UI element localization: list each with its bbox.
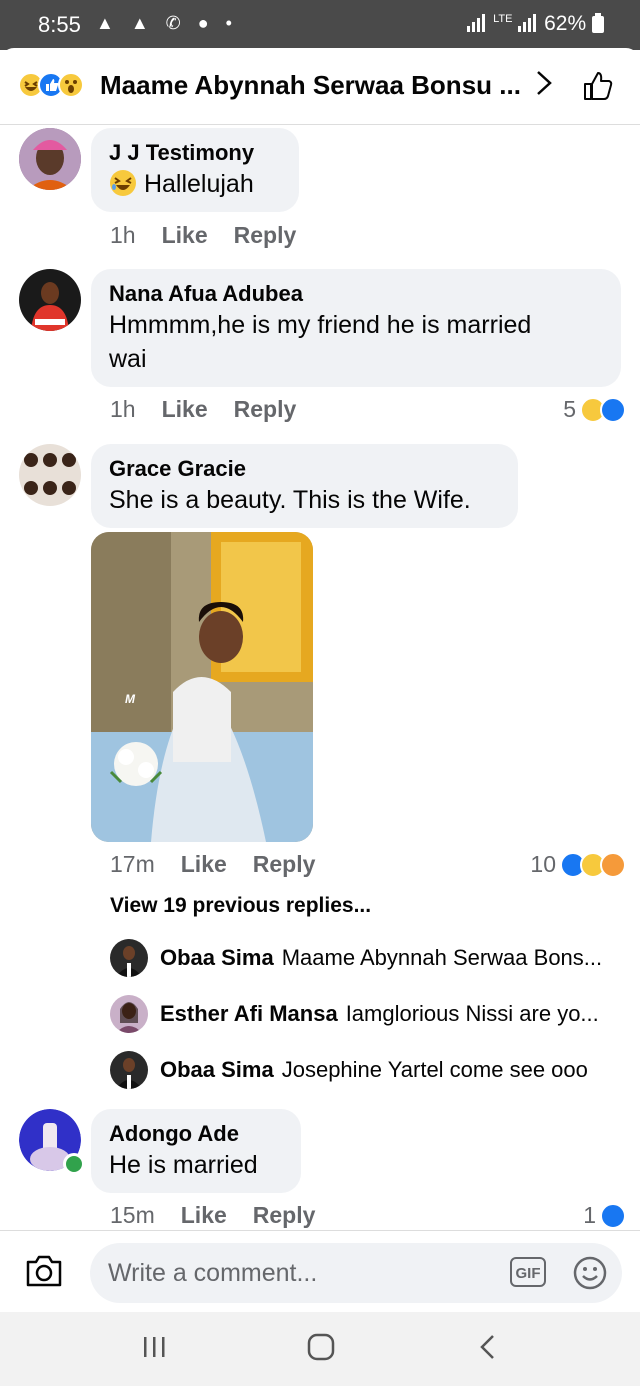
online-status-dot <box>63 1153 85 1175</box>
reaction-count: 10 <box>530 851 556 877</box>
emoji-icon[interactable] <box>572 1255 608 1296</box>
like-icon <box>600 396 626 423</box>
reply-author: Esther Afi Mansa <box>160 1001 338 1026</box>
header-reactions[interactable] <box>18 72 84 98</box>
comment-bubble: Adongo Ade He is married <box>91 1109 301 1193</box>
recent-apps-icon[interactable] <box>142 1332 166 1367</box>
reply-button[interactable]: Reply <box>253 1202 316 1228</box>
reply-text: Iamglorious Nissi are yo... <box>345 1001 599 1026</box>
reply-text: Maame Abynnah Serwaa Bons... <box>281 945 603 970</box>
comment-meta: 17m Like Reply <box>110 851 341 878</box>
comment-bubble: Nana Afua Adubea Hmmmm,he is my friend h… <box>91 269 621 387</box>
comment-text: Hallelujah <box>109 167 281 201</box>
network-type: LTE <box>493 13 513 25</box>
reaction-summary[interactable]: 1 <box>583 1202 626 1229</box>
status-time: 8:55 <box>38 12 81 37</box>
comment-meta: 1h Like Reply <box>110 222 322 249</box>
comment-text-line: Hmmmm,he is my friend he is married <box>109 311 532 339</box>
laughing-emoji-icon <box>109 170 144 198</box>
comment-time[interactable]: 1h <box>110 396 136 422</box>
status-bar: 8:55 ▲ ▲ ✆ ● • LTE 62% <box>0 0 640 50</box>
reaction-summary[interactable]: 5 <box>563 396 626 423</box>
comment-text: He is married <box>109 1151 258 1179</box>
avatar <box>110 939 148 977</box>
comment-text: She is a beauty. This is the Wife. <box>109 486 471 514</box>
wow-icon <box>58 72 84 98</box>
commenter-name[interactable]: Adongo Ade <box>109 1120 283 1148</box>
system-nav-bar <box>0 1312 640 1386</box>
avatar[interactable] <box>19 269 81 331</box>
chevron-right-icon[interactable] <box>534 68 554 106</box>
back-icon[interactable] <box>476 1332 500 1367</box>
comments-sheet: Maame Abynnah Serwaa Bonsu ... J J Testi… <box>0 48 640 1312</box>
battery-icon <box>592 13 604 33</box>
comment-composer: Write a comment... GIF <box>0 1230 640 1313</box>
like-icon <box>600 1202 626 1229</box>
commenter-name[interactable]: Nana Afua Adubea <box>109 280 603 308</box>
reaction-count: 5 <box>563 396 576 422</box>
comment-text: Hmmmm,he is my friend he is married wai <box>109 308 603 376</box>
comment-text-line: wai <box>109 345 147 373</box>
comment-bubble: J J Testimony Hallelujah <box>91 128 299 212</box>
like-button[interactable]: Like <box>162 396 208 422</box>
status-right: LTE 62% <box>467 12 604 36</box>
post-author-title[interactable]: Maame Abynnah Serwaa Bonsu ... <box>100 70 521 101</box>
battery-percent: 62% <box>544 12 587 35</box>
comment-time[interactable]: 17m <box>110 851 155 877</box>
comment-time[interactable]: 1h <box>110 222 136 248</box>
reply-preview[interactable]: Obaa Sima Josephine Yartel come see ooo <box>110 1050 588 1090</box>
reply-author: Obaa Sima <box>160 1057 274 1082</box>
comment-photo[interactable]: M <box>91 532 313 842</box>
signal-icon-2 <box>518 14 537 32</box>
commenter-name[interactable]: J J Testimony <box>109 139 281 167</box>
reply-button[interactable]: Reply <box>234 222 297 248</box>
signal-icon <box>467 14 486 32</box>
reply-button[interactable]: Reply <box>253 851 316 877</box>
reaction-count: 1 <box>583 1202 596 1228</box>
comment-time[interactable]: 15m <box>110 1202 155 1228</box>
avatar <box>110 995 148 1033</box>
like-button[interactable]: Like <box>181 851 227 877</box>
like-button[interactable]: Like <box>162 222 208 248</box>
reply-button[interactable]: Reply <box>234 396 297 422</box>
reply-author: Obaa Sima <box>160 945 274 970</box>
comment-input[interactable]: Write a comment... GIF <box>90 1243 622 1303</box>
reply-preview[interactable]: Esther Afi Mansa Iamglorious Nissi are y… <box>110 994 599 1034</box>
commenter-name[interactable]: Grace Gracie <box>109 455 500 483</box>
care-icon <box>600 851 626 878</box>
camera-icon[interactable] <box>24 1253 64 1294</box>
comment-text-body: Hallelujah <box>143 170 254 198</box>
view-previous-replies[interactable]: View 19 previous replies... <box>110 894 371 918</box>
avatar[interactable] <box>19 444 81 506</box>
avatar[interactable] <box>19 128 81 190</box>
avatar[interactable] <box>19 1109 85 1175</box>
reply-text: Josephine Yartel come see ooo <box>281 1057 588 1082</box>
reaction-summary[interactable]: 10 <box>530 851 626 878</box>
photo-watermark: M <box>125 692 135 706</box>
reply-preview[interactable]: Obaa Sima Maame Abynnah Serwaa Bons... <box>110 938 602 978</box>
home-icon[interactable] <box>306 1332 336 1367</box>
comment-input-placeholder: Write a comment... <box>108 1259 318 1287</box>
like-post-icon[interactable] <box>582 70 614 107</box>
gif-button[interactable]: GIF <box>510 1257 546 1287</box>
comments-header: Maame Abynnah Serwaa Bonsu ... <box>0 48 640 125</box>
notification-icons: ▲ ▲ ✆ ● • <box>96 13 238 33</box>
comment-meta: 1h Like Reply <box>110 396 322 423</box>
comment-meta: 15m Like Reply <box>110 1202 341 1229</box>
avatar <box>110 1051 148 1089</box>
like-button[interactable]: Like <box>181 1202 227 1228</box>
comment-bubble: Grace Gracie She is a beauty. This is th… <box>91 444 518 528</box>
